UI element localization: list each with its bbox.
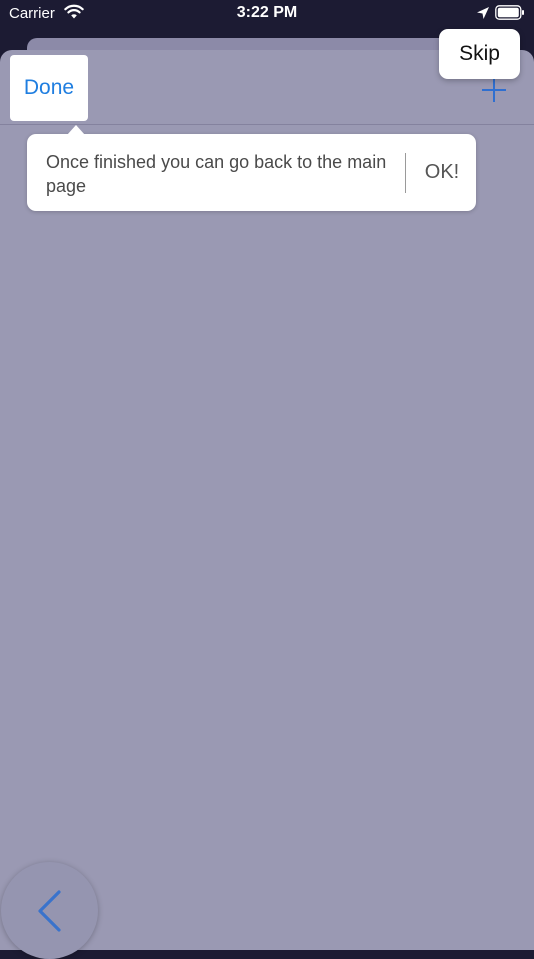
status-bar: Carrier 3:22 PM — [0, 0, 534, 30]
tooltip-ok-button[interactable]: OK! — [413, 134, 471, 211]
tooltip-arrow — [67, 125, 85, 135]
tooltip-divider — [405, 153, 406, 193]
battery-icon — [495, 5, 524, 20]
skip-button[interactable]: Skip — [439, 29, 520, 79]
tooltip-message: Once finished you can go back to the mai… — [46, 152, 387, 196]
done-button-highlight[interactable]: Done — [10, 55, 88, 121]
back-button[interactable] — [1, 862, 98, 959]
done-button[interactable]: Done — [24, 76, 74, 100]
add-icon[interactable] — [481, 77, 507, 103]
location-icon — [477, 7, 489, 19]
tutorial-tooltip: Once finished you can go back to the mai… — [27, 125, 476, 211]
back-chevron-icon — [38, 890, 61, 932]
status-clock: 3:22 PM — [236, 4, 298, 21]
